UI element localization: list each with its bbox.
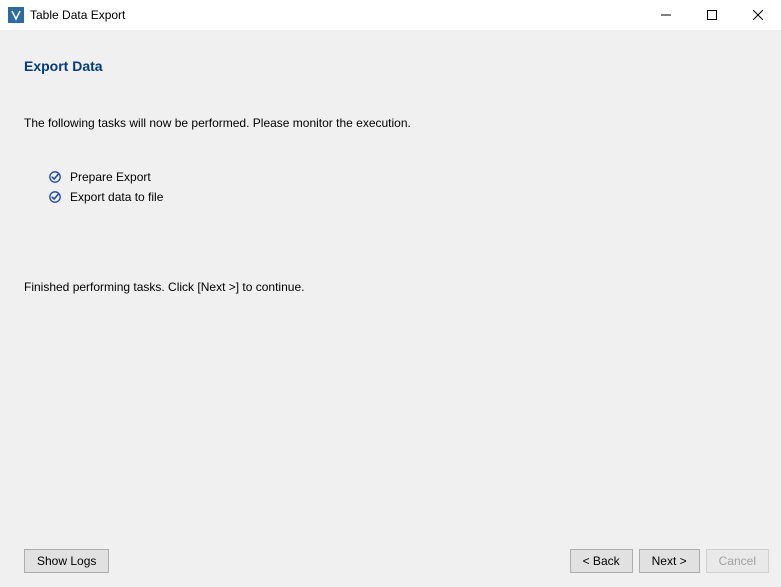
window-controls: [643, 0, 781, 30]
back-button[interactable]: < Back: [570, 549, 633, 573]
page-title: Export Data: [24, 58, 757, 74]
checkmark-icon: [48, 190, 62, 204]
minimize-button[interactable]: [643, 0, 689, 30]
footer-right: < Back Next > Cancel: [570, 549, 769, 573]
close-button[interactable]: [735, 0, 781, 30]
task-label: Prepare Export: [70, 170, 151, 184]
checkmark-icon: [48, 170, 62, 184]
maximize-button[interactable]: [689, 0, 735, 30]
cancel-button: Cancel: [706, 549, 769, 573]
instruction-text: The following tasks will now be performe…: [24, 116, 757, 130]
task-list: Prepare Export Export data to file: [48, 170, 757, 204]
task-item: Export data to file: [48, 190, 757, 204]
footer: Show Logs < Back Next > Cancel: [24, 549, 769, 573]
task-item: Prepare Export: [48, 170, 757, 184]
finished-text: Finished performing tasks. Click [Next >…: [24, 280, 757, 294]
app-icon: [8, 7, 24, 23]
titlebar: Table Data Export: [0, 0, 781, 30]
show-logs-button[interactable]: Show Logs: [24, 549, 109, 573]
next-button[interactable]: Next >: [639, 549, 700, 573]
window-title: Table Data Export: [30, 8, 125, 22]
task-label: Export data to file: [70, 190, 163, 204]
content-area: Export Data The following tasks will now…: [0, 30, 781, 587]
